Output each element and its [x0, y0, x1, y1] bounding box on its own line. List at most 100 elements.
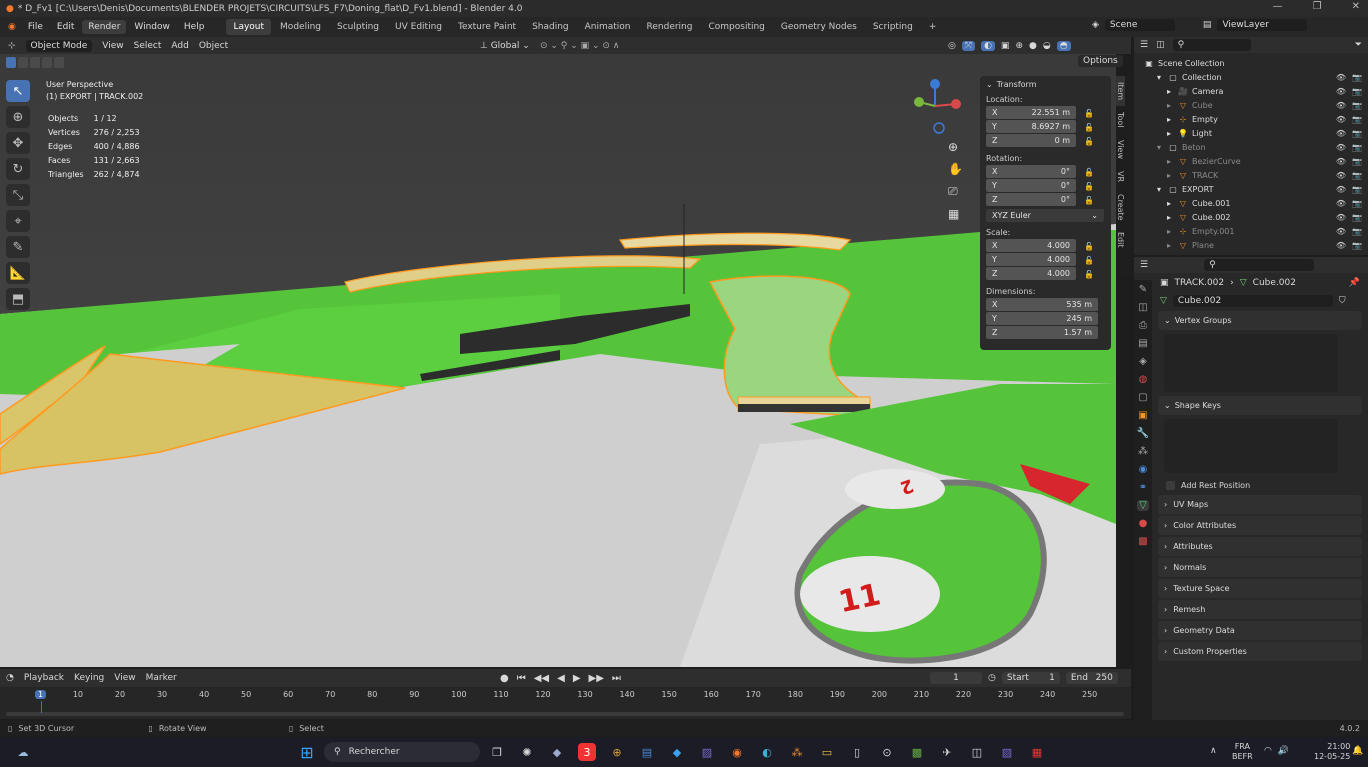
render-visibility-icon[interactable]: 📷	[1352, 227, 1362, 236]
eye-icon[interactable]: 👁	[1336, 213, 1346, 222]
expand-right-icon[interactable]: ▸	[1164, 199, 1174, 208]
timeline-scrubber[interactable]: 1 10 20 30 40 50 60 70 80 90 100 110 120 130 140 150 160…	[0, 687, 1131, 719]
lock-icon[interactable]: 🔓	[1084, 109, 1094, 118]
tab-create[interactable]: Create	[1116, 188, 1125, 227]
material-tab-icon[interactable]: ●	[1139, 518, 1148, 529]
outliner-item[interactable]: ▸ ⊹ Empty 👁 📷	[1134, 112, 1368, 126]
visibility-icon[interactable]: ◎	[948, 41, 956, 51]
game-app-icon[interactable]: ✈	[938, 743, 956, 761]
options-dropdown[interactable]: Options	[1078, 55, 1123, 67]
eye-icon[interactable]: 👁	[1336, 227, 1346, 236]
tab-modeling[interactable]: Modeling	[273, 19, 328, 35]
eye-icon[interactable]: 👁	[1336, 199, 1346, 208]
render-visibility-icon[interactable]: 📷	[1352, 157, 1362, 166]
volume-icon[interactable]: 🔊	[1278, 746, 1289, 756]
dots-app-icon[interactable]: ⁂	[788, 743, 806, 761]
timeline-menu-view[interactable]: View	[114, 673, 135, 683]
chevron-down-icon[interactable]: ⌄	[986, 80, 993, 89]
current-frame-field[interactable]: 1	[930, 672, 982, 684]
rotation-z-field[interactable]: Z 0°	[986, 193, 1076, 206]
location-x-field[interactable]: X 22.551 m	[986, 106, 1076, 119]
calc-app-icon[interactable]: ▦	[1028, 743, 1046, 761]
solid-shading-icon[interactable]: ●	[1029, 41, 1037, 51]
expand-right-icon[interactable]: ▸	[1164, 101, 1174, 110]
scale-y-field[interactable]: Y 4.000	[986, 253, 1076, 266]
render-visibility-icon[interactable]: 📷	[1352, 73, 1362, 82]
select-extend-icon[interactable]	[18, 56, 28, 68]
properties-panel-header[interactable]: › Texture Space	[1158, 579, 1362, 598]
tab-tool[interactable]: Tool	[1116, 106, 1125, 134]
outliner-item[interactable]: ▸ 💡 Light 👁 📷	[1134, 126, 1368, 140]
properties-panel-header[interactable]: › Custom Properties	[1158, 642, 1362, 661]
rendered-shading-icon[interactable]: ◓	[1056, 40, 1071, 51]
pivot-icon[interactable]: ⊙ ⌄ ⚲ ⌄ ▣ ⌄ ⊙ ∧	[540, 41, 619, 51]
filter-icon[interactable]: ⏷	[1355, 40, 1362, 50]
wireframe-shading-icon[interactable]: ⊕	[1015, 41, 1023, 51]
timeline-editor-icon[interactable]: ◔	[6, 673, 14, 683]
render-visibility-icon[interactable]: 📷	[1352, 87, 1362, 96]
render-visibility-icon[interactable]: 📷	[1352, 213, 1362, 222]
modifiers-tab-icon[interactable]: 🔧	[1137, 428, 1149, 439]
tab-view[interactable]: View	[1116, 134, 1125, 165]
outliner-item[interactable]: ▸ ▽ Cube 👁 📷	[1134, 98, 1368, 112]
menu-help[interactable]: Help	[178, 20, 211, 34]
gizmo-toggle-icon[interactable]: ⤧	[961, 40, 976, 51]
object-tab-icon[interactable]: ▣	[1138, 410, 1147, 421]
vp-menu-select[interactable]: Select	[134, 41, 162, 51]
tab-item[interactable]: Item	[1116, 76, 1125, 107]
camera-view-icon[interactable]: ⎚	[948, 184, 963, 199]
dimensions-z-field[interactable]: Z 1.57 m	[986, 326, 1098, 339]
render-visibility-icon[interactable]: 📷	[1352, 143, 1362, 152]
measure-tool-icon[interactable]: 📐	[6, 262, 30, 284]
tray-chevron-icon[interactable]: ∧	[1210, 746, 1217, 756]
add-rest-position-checkbox[interactable]	[1166, 480, 1175, 490]
record-icon[interactable]: ●	[500, 673, 509, 684]
app-icon[interactable]: ◆	[548, 743, 566, 761]
rotation-y-field[interactable]: Y 0°	[986, 179, 1076, 192]
tab-rendering[interactable]: Rendering	[640, 19, 700, 35]
render-visibility-icon[interactable]: 📷	[1352, 241, 1362, 250]
clock[interactable]: 21:00 12-05-25	[1314, 742, 1350, 762]
task-view-icon[interactable]: ❐	[488, 743, 506, 761]
next-keyframe-icon[interactable]: ▶▶	[589, 673, 604, 684]
tab-edit[interactable]: Edit	[1116, 226, 1125, 254]
close-icon[interactable]: ✕	[1352, 1, 1360, 12]
weather-icon[interactable]: ☁	[14, 743, 32, 761]
particles-tab-icon[interactable]: ⁂	[1138, 446, 1148, 457]
ortho-grid-icon[interactable]: ▦	[948, 207, 963, 221]
rotate-tool-icon[interactable]: ↻	[6, 158, 30, 180]
cursor-tool-icon[interactable]: ⊕	[6, 106, 30, 128]
eye-icon[interactable]: 👁	[1336, 143, 1346, 152]
menu-file[interactable]: File	[22, 20, 49, 34]
render-visibility-icon[interactable]: 📷	[1352, 185, 1362, 194]
eye-icon[interactable]: 👁	[1336, 101, 1346, 110]
xray-icon[interactable]: ▣	[1001, 41, 1010, 51]
timeline-scrollbar[interactable]	[6, 712, 1124, 716]
screen-app-icon[interactable]: ◫	[968, 743, 986, 761]
properties-panel-header[interactable]: › Normals	[1158, 558, 1362, 577]
expand-right-icon[interactable]: ▸	[1164, 171, 1174, 180]
mode-dropdown[interactable]: Object Mode	[25, 39, 93, 52]
eye-icon[interactable]: 👁	[1336, 115, 1346, 124]
rotation-x-field[interactable]: X 0°	[986, 165, 1076, 178]
play-icon[interactable]: ▶	[573, 673, 581, 684]
chatgpt-icon[interactable]: ✺	[518, 743, 536, 761]
shape-app-icon[interactable]: ◆	[668, 743, 686, 761]
jump-end-icon[interactable]: ⏭	[612, 673, 621, 684]
document-icon[interactable]: ▯	[848, 743, 866, 761]
select-box-mode-icon[interactable]	[6, 56, 16, 68]
wifi-icon[interactable]: ◠	[1264, 746, 1272, 756]
orientation-dropdown[interactable]: ⊥ Global ⌄	[480, 41, 530, 51]
select-subtract-icon[interactable]	[30, 56, 40, 68]
dimensions-y-field[interactable]: Y 245 m	[986, 312, 1098, 325]
physics-tab-icon[interactable]: ◉	[1139, 464, 1148, 475]
tab-compositing[interactable]: Compositing	[701, 19, 771, 35]
prev-keyframe-icon[interactable]: ◀◀	[534, 673, 549, 684]
pan-hand-icon[interactable]: ✋	[948, 162, 963, 176]
expand-down-icon[interactable]: ▾	[1154, 185, 1164, 194]
start-frame-field[interactable]: Start 1	[1001, 672, 1060, 684]
timeline-menu-marker[interactable]: Marker	[146, 673, 177, 683]
dimensions-x-field[interactable]: X 535 m	[986, 298, 1098, 311]
properties-editor-icon[interactable]: ☰	[1140, 260, 1148, 270]
eye-icon[interactable]: 👁	[1336, 171, 1346, 180]
